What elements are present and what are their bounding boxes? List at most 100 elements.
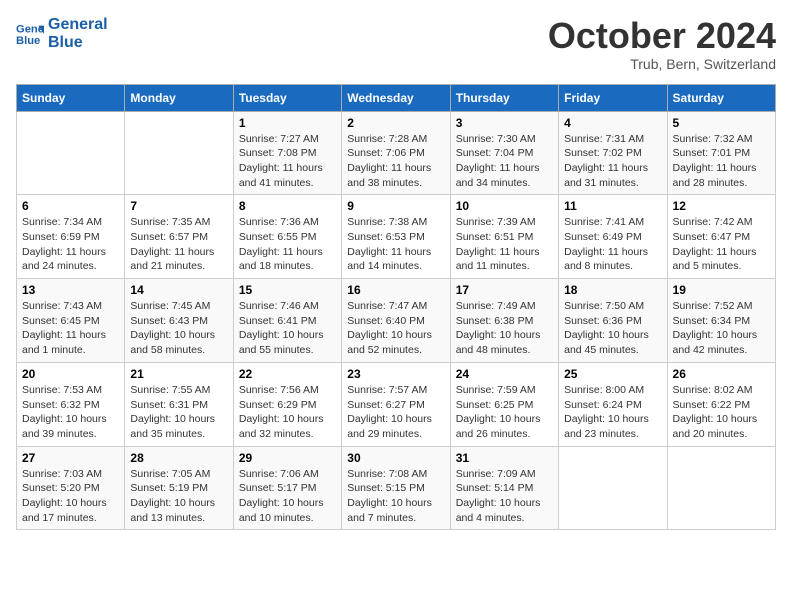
calendar-cell: 15 Sunrise: 7:46 AMSunset: 6:41 PMDayligh… [233, 279, 341, 363]
day-number: 20 [22, 367, 119, 381]
day-number: 2 [347, 116, 444, 130]
day-number: 30 [347, 451, 444, 465]
day-info: Sunrise: 7:53 AMSunset: 6:32 PMDaylight:… [22, 383, 119, 442]
day-number: 8 [239, 199, 336, 213]
weekday-header: Monday [125, 84, 233, 111]
day-number: 10 [456, 199, 553, 213]
calendar-cell: 12Sunrise: 7:42 AMSunset: 6:47 PMDayligh… [667, 195, 775, 279]
day-info: Sunrise: 7:59 AMSunset: 6:25 PMDaylight:… [456, 383, 553, 442]
day-info: Sunrise: 7:56 AMSunset: 6:29 PMDaylight:… [239, 383, 336, 442]
calendar-cell [667, 446, 775, 530]
day-info: Sunrise: 7:05 AMSunset: 5:19 PMDaylight:… [130, 467, 227, 526]
day-number: 3 [456, 116, 553, 130]
day-info: Sunrise: 7:57 AMSunset: 6:27 PMDaylight:… [347, 383, 444, 442]
day-number: 31 [456, 451, 553, 465]
day-number: 7 [130, 199, 227, 213]
calendar-week-row: 20 Sunrise: 7:53 AMSunset: 6:32 PMDayligh… [17, 362, 776, 446]
day-info: Sunrise: 7:46 AMSunset: 6:41 PMDaylight:… [239, 299, 336, 358]
day-number: 19 [673, 283, 770, 297]
day-number: 5 [673, 116, 770, 130]
day-info: Sunrise: 7:47 AMSunset: 6:40 PMDaylight:… [347, 299, 444, 358]
calendar-cell: 3 Sunrise: 7:30 AMSunset: 7:04 PMDaylight… [450, 111, 558, 195]
calendar-week-row: 27 Sunrise: 7:03 AMSunset: 5:20 PMDayligh… [17, 446, 776, 530]
calendar-cell: 21 Sunrise: 7:55 AMSunset: 6:31 PMDayligh… [125, 362, 233, 446]
day-number: 17 [456, 283, 553, 297]
calendar-cell: 1 Sunrise: 7:27 AMSunset: 7:08 PMDaylight… [233, 111, 341, 195]
day-info: Sunrise: 7:03 AMSunset: 5:20 PMDaylight:… [22, 467, 119, 526]
day-info: Sunrise: 7:30 AMSunset: 7:04 PMDaylight:… [456, 132, 553, 191]
calendar-cell: 30 Sunrise: 7:08 AMSunset: 5:15 PMDayligh… [342, 446, 450, 530]
day-number: 27 [22, 451, 119, 465]
weekday-header: Thursday [450, 84, 558, 111]
day-info: Sunrise: 7:49 AMSunset: 6:38 PMDaylight:… [456, 299, 553, 358]
day-info: Sunrise: 7:43 AMSunset: 6:45 PMDaylight:… [22, 299, 119, 358]
day-number: 28 [130, 451, 227, 465]
calendar-cell: 17 Sunrise: 7:49 AMSunset: 6:38 PMDayligh… [450, 279, 558, 363]
day-info: Sunrise: 7:36 AMSunset: 6:55 PMDaylight:… [239, 215, 336, 274]
calendar-cell: 2 Sunrise: 7:28 AMSunset: 7:06 PMDaylight… [342, 111, 450, 195]
weekday-header: Tuesday [233, 84, 341, 111]
weekday-header: Sunday [17, 84, 125, 111]
day-number: 18 [564, 283, 661, 297]
day-info: Sunrise: 8:02 AMSunset: 6:22 PMDaylight:… [673, 383, 770, 442]
day-number: 6 [22, 199, 119, 213]
calendar-cell: 28 Sunrise: 7:05 AMSunset: 5:19 PMDayligh… [125, 446, 233, 530]
day-info: Sunrise: 7:45 AMSunset: 6:43 PMDaylight:… [130, 299, 227, 358]
calendar-week-row: 6 Sunrise: 7:34 AMSunset: 6:59 PMDaylight… [17, 195, 776, 279]
day-number: 14 [130, 283, 227, 297]
day-number: 16 [347, 283, 444, 297]
calendar-cell: 27 Sunrise: 7:03 AMSunset: 5:20 PMDayligh… [17, 446, 125, 530]
calendar-cell [17, 111, 125, 195]
day-info: Sunrise: 7:08 AMSunset: 5:15 PMDaylight:… [347, 467, 444, 526]
calendar-cell: 4Sunrise: 7:31 AMSunset: 7:02 PMDaylight… [559, 111, 667, 195]
day-info: Sunrise: 7:32 AMSunset: 7:01 PMDaylight:… [673, 132, 770, 191]
day-number: 21 [130, 367, 227, 381]
weekday-header: Wednesday [342, 84, 450, 111]
day-number: 23 [347, 367, 444, 381]
calendar-cell: 14 Sunrise: 7:45 AMSunset: 6:43 PMDayligh… [125, 279, 233, 363]
page-header: General Blue General Blue October 2024 T… [16, 16, 776, 72]
day-info: Sunrise: 7:31 AMSunset: 7:02 PMDaylight:… [564, 132, 661, 191]
calendar-cell: 13 Sunrise: 7:43 AMSunset: 6:45 PMDayligh… [17, 279, 125, 363]
day-info: Sunrise: 7:27 AMSunset: 7:08 PMDaylight:… [239, 132, 336, 191]
day-number: 25 [564, 367, 661, 381]
calendar-week-row: 13 Sunrise: 7:43 AMSunset: 6:45 PMDayligh… [17, 279, 776, 363]
weekday-header: Friday [559, 84, 667, 111]
day-number: 22 [239, 367, 336, 381]
calendar-cell: 25Sunrise: 8:00 AMSunset: 6:24 PMDayligh… [559, 362, 667, 446]
day-info: Sunrise: 7:52 AMSunset: 6:34 PMDaylight:… [673, 299, 770, 358]
day-info: Sunrise: 7:42 AMSunset: 6:47 PMDaylight:… [673, 215, 770, 274]
calendar-cell: 10 Sunrise: 7:39 AMSunset: 6:51 PMDayligh… [450, 195, 558, 279]
day-number: 15 [239, 283, 336, 297]
calendar-cell: 16 Sunrise: 7:47 AMSunset: 6:40 PMDayligh… [342, 279, 450, 363]
day-info: Sunrise: 7:09 AMSunset: 5:14 PMDaylight:… [456, 467, 553, 526]
logo-line2: Blue [48, 34, 108, 52]
day-number: 24 [456, 367, 553, 381]
calendar-cell [125, 111, 233, 195]
day-info: Sunrise: 7:41 AMSunset: 6:49 PMDaylight:… [564, 215, 661, 274]
day-number: 26 [673, 367, 770, 381]
calendar-cell: 19 Sunrise: 7:52 AMSunset: 6:34 PMDayligh… [667, 279, 775, 363]
calendar-cell: 6 Sunrise: 7:34 AMSunset: 6:59 PMDaylight… [17, 195, 125, 279]
day-info: Sunrise: 7:34 AMSunset: 6:59 PMDaylight:… [22, 215, 119, 274]
calendar-cell: 23 Sunrise: 7:57 AMSunset: 6:27 PMDayligh… [342, 362, 450, 446]
day-number: 11 [564, 199, 661, 213]
calendar-cell: 5 Sunrise: 7:32 AMSunset: 7:01 PMDaylight… [667, 111, 775, 195]
calendar-cell: 29Sunrise: 7:06 AMSunset: 5:17 PMDayligh… [233, 446, 341, 530]
calendar-cell: 7Sunrise: 7:35 AMSunset: 6:57 PMDaylight… [125, 195, 233, 279]
location: Trub, Bern, Switzerland [548, 56, 776, 72]
day-info: Sunrise: 7:55 AMSunset: 6:31 PMDaylight:… [130, 383, 227, 442]
calendar-table: SundayMondayTuesdayWednesdayThursdayFrid… [16, 84, 776, 531]
calendar-cell: 22 Sunrise: 7:56 AMSunset: 6:29 PMDayligh… [233, 362, 341, 446]
calendar-cell: 11 Sunrise: 7:41 AMSunset: 6:49 PMDayligh… [559, 195, 667, 279]
logo-line1: General [48, 16, 108, 34]
svg-text:Blue: Blue [16, 34, 40, 46]
day-info: Sunrise: 7:39 AMSunset: 6:51 PMDaylight:… [456, 215, 553, 274]
logo-icon: General Blue [16, 20, 44, 48]
day-info: Sunrise: 7:28 AMSunset: 7:06 PMDaylight:… [347, 132, 444, 191]
svg-text:General: General [16, 23, 44, 35]
day-number: 1 [239, 116, 336, 130]
month-title: October 2024 [548, 16, 776, 56]
day-number: 13 [22, 283, 119, 297]
weekday-header-row: SundayMondayTuesdayWednesdayThursdayFrid… [17, 84, 776, 111]
